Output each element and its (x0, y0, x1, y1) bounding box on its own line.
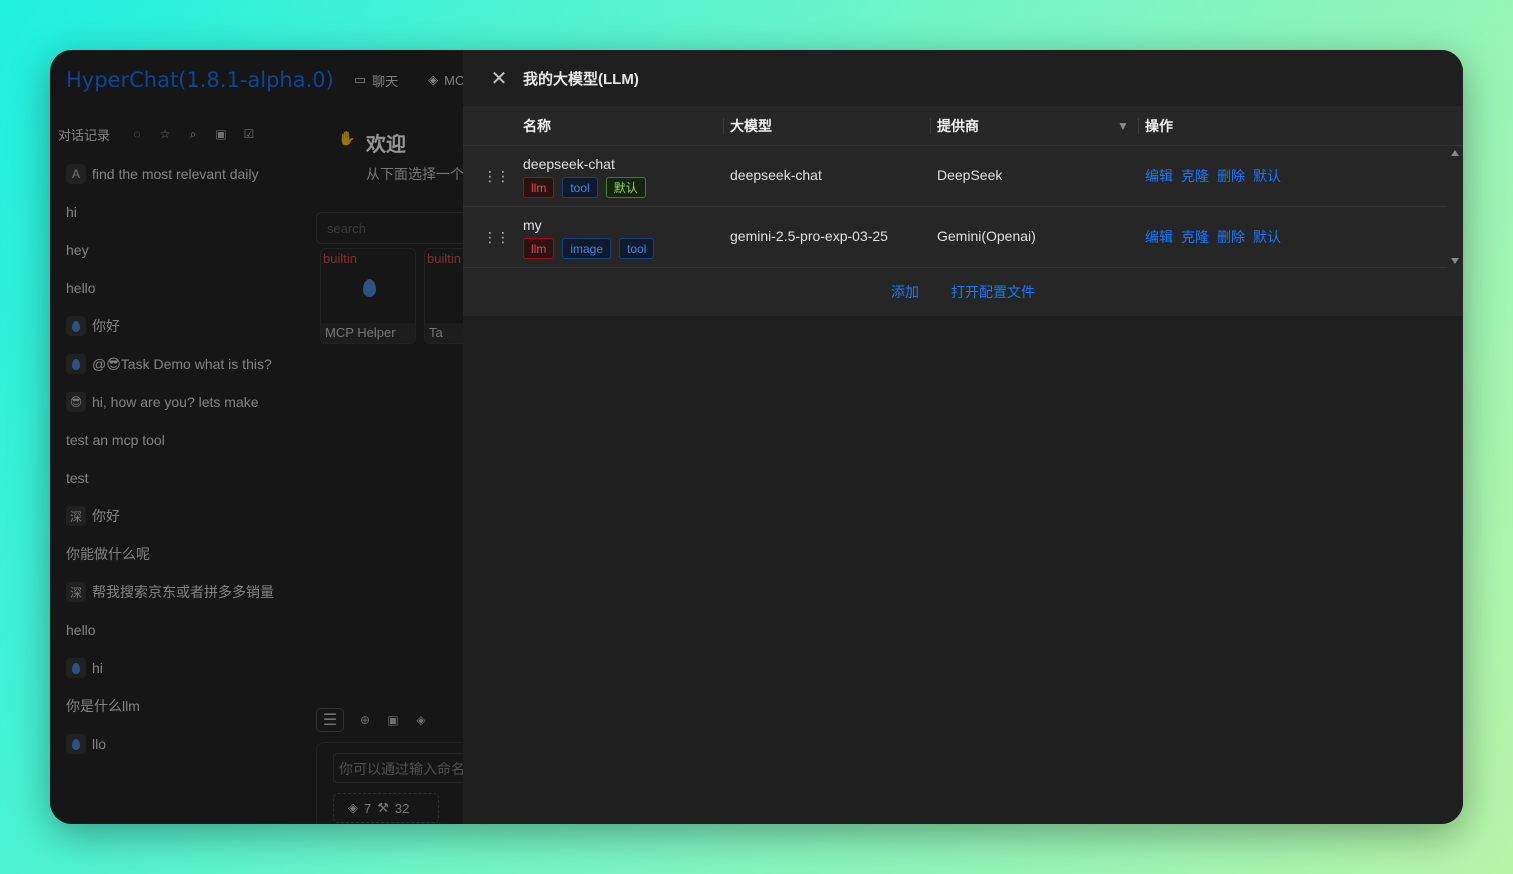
tag-image: image (562, 238, 612, 259)
col-divider (1138, 118, 1139, 134)
col-name: 名称 (523, 117, 551, 134)
scrollbar[interactable] (1447, 146, 1463, 268)
llm-drawer: ✕ 我的大模型(LLM) 名称 大模型 提供商 ▼ 操作 ⋮⋮ deepseek… (463, 50, 1463, 824)
table-row: ⋮⋮ my llm image tool gemini-2.5-pro-exp-… (463, 207, 1463, 268)
open-config-button[interactable]: 打开配置文件 (951, 282, 1035, 302)
col-actions: 操作 (1145, 117, 1173, 134)
set-default-button[interactable]: 默认 (1253, 227, 1281, 247)
clone-button[interactable]: 克隆 (1181, 166, 1209, 186)
col-divider (723, 118, 724, 134)
scroll-up-icon[interactable] (1451, 150, 1459, 156)
delete-button[interactable]: 删除 (1217, 166, 1245, 186)
col-model: 大模型 (730, 117, 772, 134)
app-window: HyperChat(1.8.1-alpha.0) ▭ 聊天 ◈ MCP 对话记录 ◌… (50, 50, 1463, 824)
tag-default: 默认 (605, 177, 646, 198)
set-default-button[interactable]: 默认 (1253, 166, 1281, 186)
row-actions: 编辑 克隆 删除 默认 (1145, 166, 1281, 186)
filter-icon[interactable]: ▼ (1117, 119, 1129, 133)
row-actions: 编辑 克隆 删除 默认 (1145, 227, 1281, 247)
row-name: deepseek-chat (523, 156, 615, 172)
row-tags: llm tool 默认 (523, 177, 646, 198)
drawer-header: ✕ 我的大模型(LLM) (463, 50, 1463, 106)
tag-llm: llm (523, 238, 555, 259)
edit-button[interactable]: 编辑 (1145, 166, 1173, 186)
table-row: ⋮⋮ deepseek-chat llm tool 默认 deepseek-ch… (463, 146, 1463, 207)
clone-button[interactable]: 克隆 (1181, 227, 1209, 247)
row-name: my (523, 217, 542, 233)
drag-handle-icon[interactable]: ⋮⋮ (483, 168, 510, 185)
tag-tool: tool (562, 177, 598, 198)
row-model: gemini-2.5-pro-exp-03-25 (730, 228, 888, 244)
table-header: 名称 大模型 提供商 ▼ 操作 (463, 106, 1463, 146)
row-provider: Gemini(Openai) (937, 228, 1036, 244)
drag-handle-icon[interactable]: ⋮⋮ (483, 229, 510, 246)
close-icon[interactable]: ✕ (489, 68, 509, 90)
edit-button[interactable]: 编辑 (1145, 227, 1173, 247)
drawer-footer: 添加 打开配置文件 (463, 268, 1463, 316)
scroll-down-icon[interactable] (1451, 258, 1459, 264)
row-model: deepseek-chat (730, 167, 822, 183)
row-provider: DeepSeek (937, 167, 1003, 183)
delete-button[interactable]: 删除 (1217, 227, 1245, 247)
drawer-title: 我的大模型(LLM) (523, 70, 639, 88)
col-divider (930, 118, 931, 134)
tag-tool: tool (619, 238, 655, 259)
row-tags: llm image tool (523, 238, 655, 259)
col-provider: 提供商 (937, 117, 979, 134)
add-model-button[interactable]: 添加 (891, 282, 919, 302)
tag-llm: llm (523, 177, 555, 198)
llm-table: 名称 大模型 提供商 ▼ 操作 ⋮⋮ deepseek-chat llm too… (463, 106, 1463, 268)
